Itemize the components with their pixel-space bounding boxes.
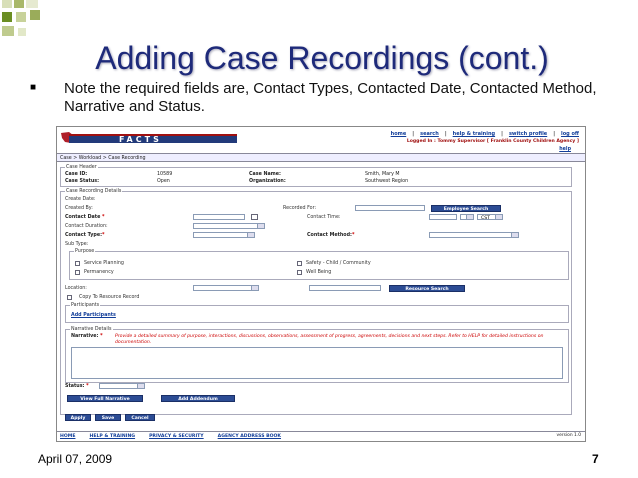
apply-button[interactable]: Apply [65,414,91,421]
view-full-narrative-button[interactable]: View Full Narrative [67,395,143,402]
narrative-legend: Narrative Details [71,327,112,332]
narrative-textarea[interactable] [71,347,563,379]
bottom-address-book-link[interactable]: AGENCY ADDRESS BOOK [218,434,281,439]
service-planning-checkbox[interactable] [75,261,80,266]
nav-separator: | [412,131,415,137]
status-select[interactable]: ▾ [99,383,145,389]
contact-method-label: Contact Method:* [307,233,355,238]
case-status-value: Open [157,179,170,184]
save-button[interactable]: Save [95,414,121,421]
version-label: version 1.0 [556,433,581,438]
nav-separator: | [444,131,447,137]
contact-date-label: Contact Date * [65,215,105,220]
contact-method-select[interactable]: ▾ [429,232,519,238]
narrative-hint: Provide a detailed summary of purpose, i… [115,334,544,345]
resource-input[interactable] [309,285,381,291]
chevron-down-icon: ▾ [514,232,517,237]
breadcrumb: Case > Workload > Case Recording [60,156,146,161]
nav-switch-profile-link[interactable]: switch profile [509,131,547,137]
participants-legend: Participants [71,303,100,308]
recorded-for-label: Recorded For: [283,206,317,211]
bottom-help-link[interactable]: HELP & TRAINING [89,434,135,439]
copy-to-resource-checkbox[interactable] [67,295,72,300]
location-select[interactable]: ▾ [193,285,259,291]
top-nav: home | search | help & training | switch… [391,131,579,137]
bullet-text: Note the required fields are, Contact Ty… [64,80,597,115]
service-planning-label: Service Planning [84,261,124,266]
case-name-label: Case Name: [249,172,281,177]
location-label: Location: [65,286,87,291]
chevron-down-icon: ▾ [469,214,472,219]
nav-log-off-link[interactable]: log off [561,131,579,137]
details-legend: Case Recording Details [66,189,122,194]
organization-value: Southwest Region [365,179,409,184]
facts-logo: FACTS [61,132,237,144]
add-participants-link[interactable]: Add Participants [71,313,116,318]
safety-checkbox[interactable] [297,261,302,266]
slide-number: 7 [592,452,599,466]
permanency-label: Permanency [84,270,114,275]
bullet-icon: ■ [30,82,37,93]
create-date-label: Create Date: [65,197,96,202]
safety-label: Safety - Child / Community [306,261,371,266]
chevron-down-icon: ▾ [140,383,143,388]
contact-duration-label: Contact Duration: [65,224,108,229]
well-being-checkbox[interactable] [297,270,302,275]
case-id-value: 10589 [157,172,173,177]
created-by-label: Created By: [65,206,93,211]
nav-separator: | [501,131,503,137]
bottom-home-link[interactable]: HOME [60,434,75,439]
add-addendum-button[interactable]: Add Addendum [161,395,235,402]
contact-date-input[interactable] [193,214,245,220]
contact-duration-select[interactable]: ▾ [193,223,265,229]
bottom-privacy-link[interactable]: PRIVACY & SECURITY [149,434,204,439]
contact-type-select[interactable]: ▾ [193,232,255,238]
time-zone-select[interactable]: CST ▾ [477,214,503,221]
sub-type-label: Sub Type: [65,242,89,247]
facts-screenshot: FACTS home | search | help & training | … [56,126,586,442]
contact-type-label: Contact Type:* [65,233,105,238]
calendar-icon[interactable] [251,214,258,220]
time-zone-value: CST [481,215,490,221]
nav-help-link[interactable]: help & training [453,131,495,137]
help-link[interactable]: help [559,147,571,152]
purpose-legend: Purpose [75,249,95,254]
organization-label: Organization: [249,179,286,184]
contact-time-ampm-select[interactable]: ▾ [460,214,474,220]
resource-search-button[interactable]: Resource Search [389,285,465,292]
status-label: Status: * [65,384,89,389]
chevron-down-icon: ▾ [260,223,263,228]
well-being-label: Well Being [306,270,332,275]
nav-separator: | [553,131,556,137]
bottom-nav: HOME HELP & TRAINING PRIVACY & SECURITY … [57,431,585,440]
chevron-down-icon: ▾ [250,232,253,237]
logged-in-text: Logged In : Tommy Supervisor [ Franklin … [406,139,579,144]
nav-home-link[interactable]: home [391,131,407,137]
case-name-value: Smith, Mary M [365,172,400,177]
participants-section: Participants [65,303,569,323]
case-header-section: Case Header [60,165,572,187]
employee-search-button[interactable]: Employee Search [431,205,501,212]
permanency-checkbox[interactable] [75,270,80,275]
svg-text:FACTS: FACTS [119,135,162,144]
narrative-label: Narrative: * [71,334,103,339]
chevron-down-icon: ▾ [498,214,501,219]
cancel-button[interactable]: Cancel [125,414,155,421]
case-header-legend: Case Header [66,165,97,170]
nav-search-link[interactable]: search [420,131,439,137]
slide-title: Adding Case Recordings (cont.) [95,40,549,76]
contact-time-input[interactable] [429,214,457,220]
footer-date: April 07, 2009 [38,452,113,466]
copy-to-resource-label: Copy To Resource Record [79,295,140,300]
contact-time-label: Contact Time: [307,215,341,220]
chevron-down-icon: ▾ [254,285,257,290]
recorded-for-input[interactable] [355,205,425,211]
case-id-label: Case ID: [65,172,88,177]
case-status-label: Case Status: [65,179,100,184]
breadcrumb-bar: Case > Workload > Case Recording [57,153,585,162]
